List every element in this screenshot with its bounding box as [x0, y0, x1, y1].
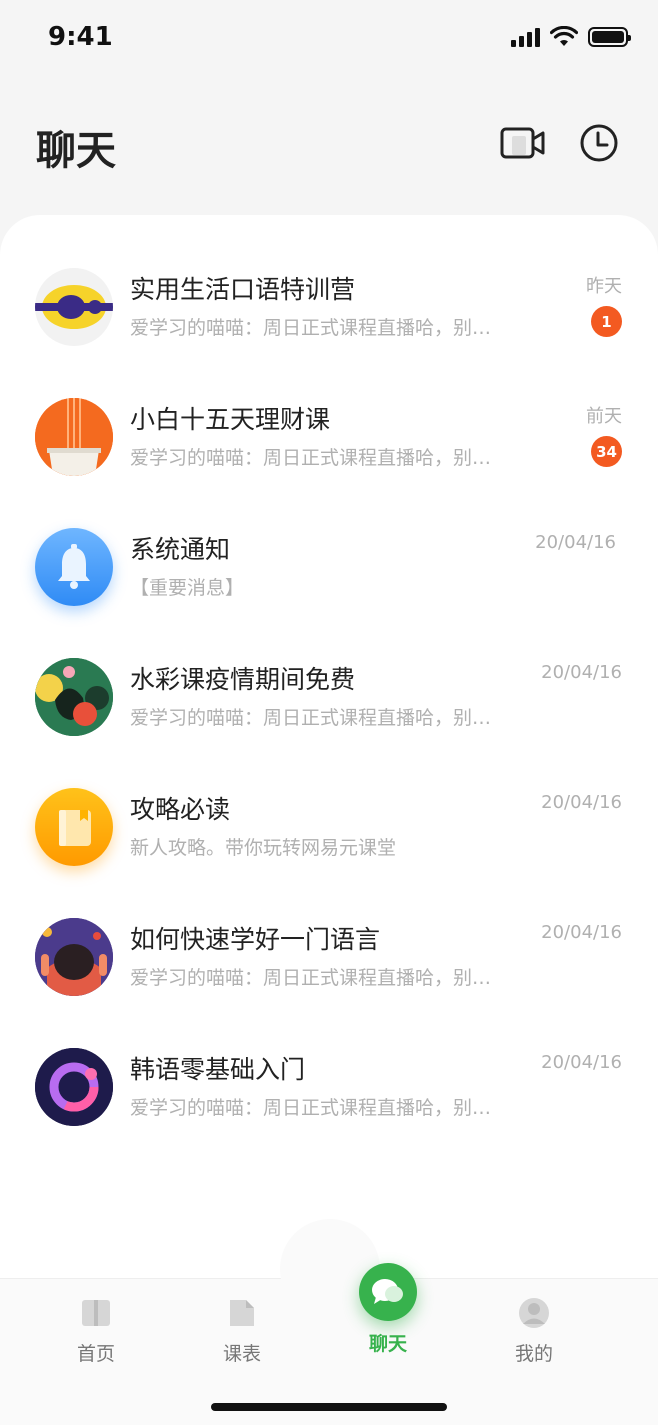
chat-list: 实用生活口语特训营 爱学习的喵喵：周日正式课程直播哈，别… 昨天 1 小白十五天… [0, 215, 658, 1285]
bell-icon [35, 528, 113, 606]
status-icons [511, 26, 631, 48]
tab-profile[interactable]: 我的 [474, 1279, 594, 1379]
chat-preview: 爱学习的喵喵：周日正式课程直播哈，别… [130, 707, 492, 729]
chat-time: 20/04/16 [541, 1052, 622, 1073]
chat-time: 20/04/16 [541, 922, 622, 943]
chat-preview: 【重要消息】 [130, 577, 245, 599]
avatar [35, 268, 113, 346]
chat-name: 如何快速学好一门语言 [130, 925, 381, 954]
clock-icon [580, 124, 618, 162]
chat-time: 20/04/16 [541, 662, 622, 683]
chat-time: 20/04/16 [541, 792, 622, 813]
avatar [35, 918, 113, 996]
book-icon [82, 1300, 110, 1326]
chat-item-6[interactable]: 韩语零基础入门 爱学习的喵喵：周日正式课程直播哈，别… 20/04/16 [0, 1038, 658, 1168]
chat-bubbles-icon [359, 1263, 417, 1321]
video-camera-icon [500, 127, 545, 159]
profile-icon [519, 1298, 549, 1328]
chat-item-2[interactable]: 系统通知 【重要消息】 20/04/16 [0, 518, 658, 648]
history-button[interactable] [574, 118, 624, 168]
chat-name: 小白十五天理财课 [130, 405, 331, 434]
header: 聊天 [0, 100, 658, 190]
signal-icon [511, 27, 540, 47]
tab-label: 首页 [76, 1343, 115, 1365]
tab-home[interactable]: 首页 [36, 1279, 156, 1379]
chat-preview: 爱学习的喵喵：周日正式课程直播哈，别… [130, 317, 492, 339]
wifi-icon [550, 26, 578, 46]
avatar [35, 658, 113, 736]
status-time: 9:41 [48, 22, 113, 52]
tab-label: 聊天 [368, 1333, 407, 1355]
chat-item-4[interactable]: 攻略必读 新人攻略。带你玩转网易元课堂 20/04/16 [0, 778, 658, 908]
chat-name: 韩语零基础入门 [130, 1055, 306, 1084]
chat-time: 昨天 [586, 276, 622, 297]
video-call-button[interactable] [498, 118, 548, 168]
chat-name: 实用生活口语特训营 [130, 275, 356, 304]
chat-time: 前天 [586, 406, 622, 427]
guide-book-icon [35, 788, 113, 866]
avatar [35, 398, 113, 476]
chat-item-1[interactable]: 小白十五天理财课 爱学习的喵喵：周日正式课程直播哈，别… 前天 34 [0, 388, 658, 518]
chat-item-5[interactable]: 如何快速学好一门语言 爱学习的喵喵：周日正式课程直播哈，别… 20/04/16 [0, 908, 658, 1038]
chat-item-0[interactable]: 实用生活口语特训营 爱学习的喵喵：周日正式课程直播哈，别… 昨天 1 [0, 258, 658, 388]
chat-name: 攻略必读 [130, 795, 231, 824]
unread-badge: 1 [591, 306, 622, 337]
chat-preview: 爱学习的喵喵：周日正式课程直播哈，别… [130, 1097, 492, 1119]
chat-name: 系统通知 [130, 535, 231, 564]
avatar [35, 1048, 113, 1126]
unread-badge: 34 [591, 436, 622, 467]
home-indicator[interactable] [211, 1403, 447, 1411]
tab-chat[interactable]: 聊天 [328, 1263, 448, 1379]
document-icon [230, 1300, 254, 1326]
tab-label: 我的 [514, 1343, 553, 1365]
chat-item-3[interactable]: 水彩课疫情期间免费 爱学习的喵喵：周日正式课程直播哈，别… 20/04/16 [0, 648, 658, 778]
page-title: 聊天 [36, 128, 116, 174]
battery-icon [588, 27, 631, 47]
tab-label: 课表 [222, 1343, 261, 1365]
status-bar: 9:41 [0, 0, 658, 80]
chat-time: 20/04/16 [535, 532, 616, 553]
chat-name: 水彩课疫情期间免费 [130, 665, 356, 694]
chat-preview: 爱学习的喵喵：周日正式课程直播哈，别… [130, 967, 492, 989]
tab-schedule[interactable]: 课表 [182, 1279, 302, 1379]
chat-preview: 爱学习的喵喵：周日正式课程直播哈，别… [130, 447, 492, 469]
chat-preview: 新人攻略。带你玩转网易元课堂 [130, 837, 397, 859]
